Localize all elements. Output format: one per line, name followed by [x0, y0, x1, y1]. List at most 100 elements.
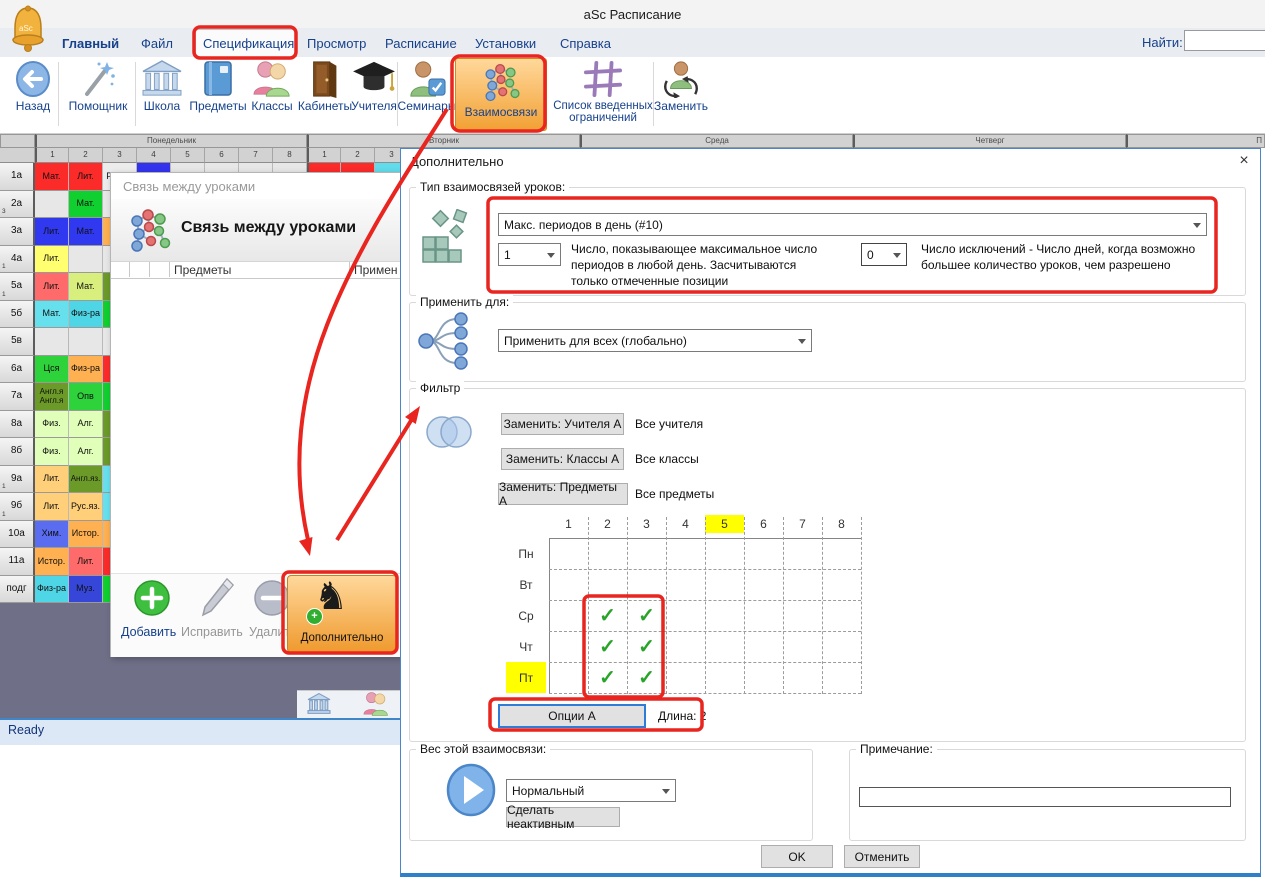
replace-subjects-button[interactable]: Заменить: Предметы А: [498, 483, 628, 505]
check-icon[interactable]: ✓: [588, 600, 627, 631]
lesson-cell[interactable]: Мат.: [69, 191, 103, 218]
teachers-button[interactable]: Учителя: [352, 60, 396, 113]
lesson-cell[interactable]: Лит.: [35, 493, 69, 521]
lesson-cell[interactable]: Англ.я Англ.я: [35, 383, 69, 411]
check-icon[interactable]: ✓: [627, 662, 666, 693]
class-row-label[interactable]: 9б1: [0, 493, 35, 521]
search-input[interactable]: [1184, 30, 1265, 51]
grid-col-header[interactable]: 4: [666, 515, 705, 533]
grid-col-header[interactable]: 3: [627, 515, 666, 533]
seminars-button[interactable]: Семинары: [400, 60, 454, 113]
class-row-label[interactable]: 5в: [0, 328, 35, 356]
grid-col-header[interactable]: 7: [783, 515, 822, 533]
delete-minus-icon[interactable]: [253, 579, 291, 617]
lesson-cell[interactable]: Рус.яз.: [69, 493, 103, 521]
grid-row-header-highlighted[interactable]: Пт: [506, 662, 546, 693]
lesson-cell[interactable]: Лит.: [69, 163, 103, 191]
lesson-cell[interactable]: Физ-ра: [69, 301, 103, 328]
check-icon[interactable]: ✓: [588, 631, 627, 662]
lesson-cell[interactable]: Мат.: [69, 273, 103, 301]
class-row-label[interactable]: 2а3: [0, 191, 35, 218]
deactivate-button[interactable]: Сделать неактивным: [506, 807, 620, 827]
grid-col-header[interactable]: 1: [549, 515, 588, 533]
grid-col-header[interactable]: 8: [822, 515, 861, 533]
school-tab-icon[interactable]: [306, 693, 332, 715]
rooms-button[interactable]: Кабинеты: [298, 60, 352, 113]
lesson-cell[interactable]: Лит.: [35, 466, 69, 493]
lesson-cell[interactable]: Опв: [69, 383, 103, 411]
lesson-cell[interactable]: Мат.: [69, 218, 103, 246]
lesson-cell[interactable]: Истор.: [35, 548, 69, 576]
menu-item-help[interactable]: Справка: [560, 36, 611, 51]
check-icon[interactable]: ✓: [627, 600, 666, 631]
lesson-cell[interactable]: Англ.яз.: [69, 466, 103, 493]
check-icon[interactable]: ✓: [588, 662, 627, 693]
column-header-subjects[interactable]: Предметы: [174, 263, 231, 277]
lesson-cell[interactable]: Хим.: [35, 521, 69, 548]
lesson-cell[interactable]: Мат.: [35, 301, 69, 328]
cancel-button[interactable]: Отменить: [844, 845, 920, 868]
check-icon[interactable]: ✓: [627, 631, 666, 662]
note-input[interactable]: [859, 787, 1231, 807]
class-row-label[interactable]: 7а: [0, 383, 35, 411]
class-row-label[interactable]: 1а: [0, 163, 35, 191]
class-row-label[interactable]: 6а: [0, 356, 35, 383]
class-row-label[interactable]: 3а: [0, 218, 35, 246]
class-row-label[interactable]: 10а: [0, 521, 35, 548]
advanced-button[interactable]: ♞ + Дополнительно: [287, 575, 397, 653]
lesson-cell[interactable]: Цся: [35, 356, 69, 383]
close-icon[interactable]: ×: [1233, 151, 1255, 171]
lesson-cell[interactable]: Алг.: [69, 411, 103, 438]
add-button[interactable]: Добавить: [121, 625, 176, 639]
lesson-cell[interactable]: Мат.: [35, 163, 69, 191]
replace-classes-button[interactable]: Заменить: Классы А: [501, 448, 624, 470]
add-plus-icon[interactable]: [133, 579, 171, 617]
grid-row-header[interactable]: Ср: [506, 600, 546, 631]
class-row-label[interactable]: 4а1: [0, 246, 35, 273]
grid-row-header[interactable]: Чт: [506, 631, 546, 662]
grid-col-header-highlighted[interactable]: 5: [705, 515, 744, 533]
wizard-button[interactable]: Помощник: [64, 60, 132, 113]
weight-select[interactable]: Нормальный: [506, 779, 676, 802]
class-row-label[interactable]: подг: [0, 576, 35, 603]
lesson-cell[interactable]: [69, 246, 103, 273]
grid-row-header[interactable]: Вт: [506, 569, 546, 600]
lesson-cell[interactable]: Лит.: [35, 273, 69, 301]
class-row-label[interactable]: 8б: [0, 438, 35, 466]
edit-button-disabled[interactable]: Исправить: [181, 625, 243, 639]
class-row-label[interactable]: 11а: [0, 548, 35, 576]
count-select[interactable]: 1: [498, 243, 561, 266]
exceptions-select[interactable]: 0: [861, 243, 907, 266]
menu-item-timetable[interactable]: Расписание: [385, 36, 457, 51]
grid-row-header[interactable]: Пн: [506, 538, 546, 569]
lesson-cell[interactable]: Муз.: [69, 576, 103, 603]
lesson-cell[interactable]: Алг.: [69, 438, 103, 466]
class-row-label[interactable]: 5а1: [0, 273, 35, 301]
lesson-cell[interactable]: Физ-ра: [35, 576, 69, 603]
lesson-cell[interactable]: Лит.: [69, 548, 103, 576]
asc-bell-logo-icon[interactable]: aSc: [8, 4, 48, 54]
classes-tab-icon[interactable]: [362, 691, 390, 717]
classes-button[interactable]: Классы: [248, 60, 296, 113]
link-type-select[interactable]: Макс. периодов в день (#10): [498, 213, 1207, 236]
lesson-cell[interactable]: Физ-ра: [69, 356, 103, 383]
lesson-cell[interactable]: Лит.: [35, 218, 69, 246]
lesson-cell[interactable]: [35, 328, 69, 356]
back-button[interactable]: Назад: [10, 60, 56, 113]
lesson-cell[interactable]: Лит.: [35, 246, 69, 273]
lesson-cell[interactable]: Истор.: [69, 521, 103, 548]
class-row-label[interactable]: 8а: [0, 411, 35, 438]
grid-col-header[interactable]: 6: [744, 515, 783, 533]
apply-scope-select[interactable]: Применить для всех (глобально): [498, 329, 812, 352]
lesson-cell[interactable]: [35, 191, 69, 218]
column-header-apply[interactable]: Примен: [354, 263, 398, 277]
lesson-cell[interactable]: Физ.: [35, 438, 69, 466]
ok-button[interactable]: OK: [761, 845, 833, 868]
constraints-list-button[interactable]: Список введенных ограничений: [548, 60, 658, 124]
replace-teachers-button[interactable]: Заменить: Учителя А: [501, 413, 624, 435]
lesson-cell[interactable]: [69, 328, 103, 356]
options-a-button[interactable]: Опции А: [498, 704, 646, 728]
replace-button[interactable]: Заменить: [655, 60, 707, 113]
edit-pencil-icon[interactable]: [199, 577, 235, 619]
menu-item-main[interactable]: Главный: [62, 36, 119, 51]
